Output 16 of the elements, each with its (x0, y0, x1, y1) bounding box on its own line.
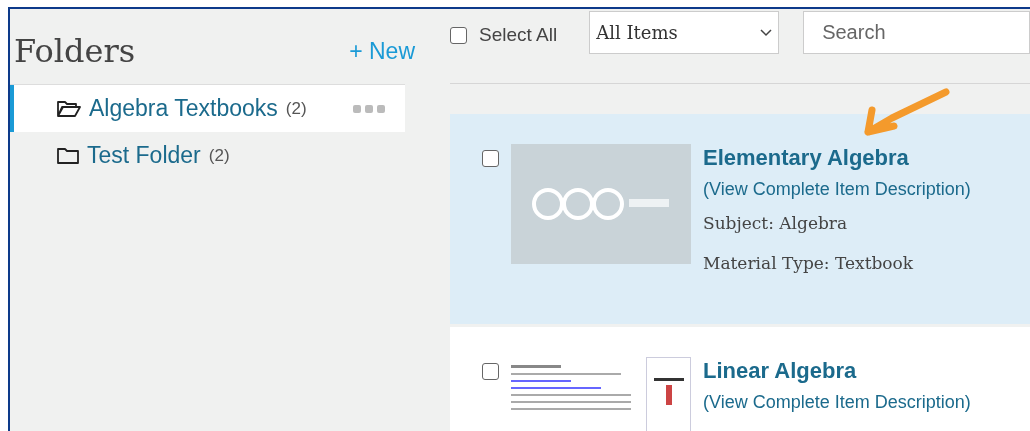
folder-name: Test Folder (87, 141, 201, 171)
item-title-link[interactable]: Linear Algebra (703, 357, 971, 385)
filter-dropdown[interactable]: All Items (589, 11, 780, 54)
folder-count: (2) (208, 144, 230, 167)
item-title-link[interactable]: Elementary Algebra (703, 144, 971, 172)
folder-item[interactable]: Algebra Textbooks (2) (10, 85, 405, 132)
sidebar-title: Folders (14, 31, 136, 72)
folder-name: Algebra Textbooks (89, 94, 278, 124)
item-description-link[interactable]: (View Complete Item Description) (703, 176, 971, 203)
search-field[interactable]: Search (803, 11, 1030, 54)
item-subject: Subject: Algebra (703, 212, 849, 235)
folder-item[interactable]: Test Folder (2) (10, 132, 405, 179)
item-description-link[interactable]: (View Complete Item Description) (703, 389, 971, 416)
folder-count: (2) (285, 97, 307, 120)
select-all-label: Select All (479, 23, 558, 47)
item-material-type: Material Type: Textbook (703, 251, 915, 275)
